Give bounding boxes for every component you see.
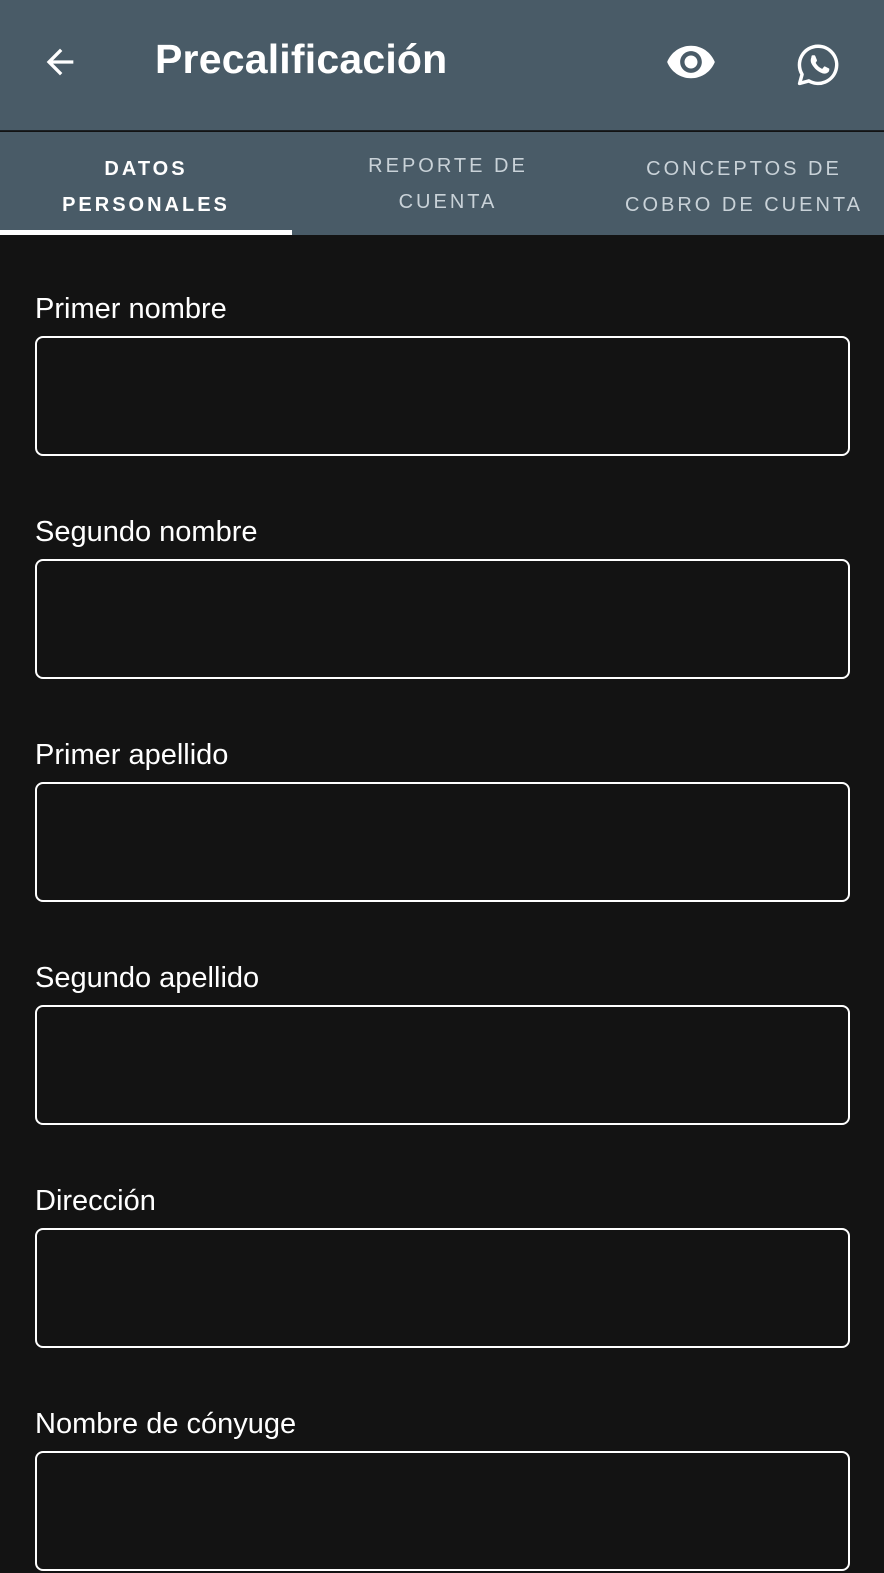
segundo-nombre-input[interactable] [35, 559, 850, 679]
whatsapp-icon [797, 44, 839, 86]
tab-reporte-de-cuenta[interactable]: REPORTE DE CUENTA [292, 132, 604, 235]
tab-label-line1: CONCEPTOS DE [646, 157, 842, 180]
field-label: Segundo apellido [35, 962, 260, 994]
tab-bar: DATOS PERSONALES REPORTE DE CUENTA CONCE… [0, 132, 884, 235]
tab-label-line1: DATOS [104, 157, 188, 180]
tab-label-line1: REPORTE DE [368, 154, 528, 177]
field-label: Dirección [35, 1185, 156, 1217]
tab-label-line2: PERSONALES [62, 193, 230, 216]
field-primer-nombre: Primer nombre [35, 235, 850, 458]
app-bar: Precalificación [0, 0, 884, 131]
field-label: Segundo nombre [35, 516, 258, 548]
segundo-apellido-input[interactable] [35, 1005, 850, 1125]
primer-nombre-input[interactable] [35, 336, 850, 456]
primer-apellido-input[interactable] [35, 782, 850, 902]
field-segundo-nombre: Segundo nombre [35, 458, 850, 681]
field-primer-apellido: Primer apellido [35, 681, 850, 904]
view-button[interactable] [665, 40, 717, 84]
field-nombre-conyuge: Nombre de cónyuge [35, 1350, 850, 1573]
personal-data-form: Primer nombre Segundo nombre Primer apel… [35, 235, 850, 1573]
whatsapp-button[interactable] [792, 40, 844, 90]
field-segundo-apellido: Segundo apellido [35, 904, 850, 1127]
field-direccion: Dirección [35, 1127, 850, 1350]
tab-datos-personales[interactable]: DATOS PERSONALES [0, 132, 292, 235]
field-label: Primer nombre [35, 293, 227, 325]
direccion-input[interactable] [35, 1228, 850, 1348]
tab-label-line2: COBRO DE CUENTA [625, 193, 863, 216]
tab-label: DATOS PERSONALES [62, 151, 230, 223]
page-title: Precalificación [155, 36, 448, 82]
tab-label: REPORTE DE CUENTA [368, 148, 528, 220]
field-label: Primer apellido [35, 739, 229, 771]
eye-icon [667, 45, 715, 79]
arrow-left-icon [46, 48, 74, 76]
field-label: Nombre de cónyuge [35, 1408, 297, 1440]
tab-label: CONCEPTOS DE COBRO DE CUENTA [625, 151, 863, 223]
tab-label-line2: CUENTA [398, 190, 498, 213]
back-button[interactable] [36, 38, 84, 86]
tab-conceptos-de-cobro[interactable]: CONCEPTOS DE COBRO DE CUENTA [604, 132, 884, 235]
nombre-conyuge-input[interactable] [35, 1451, 850, 1571]
